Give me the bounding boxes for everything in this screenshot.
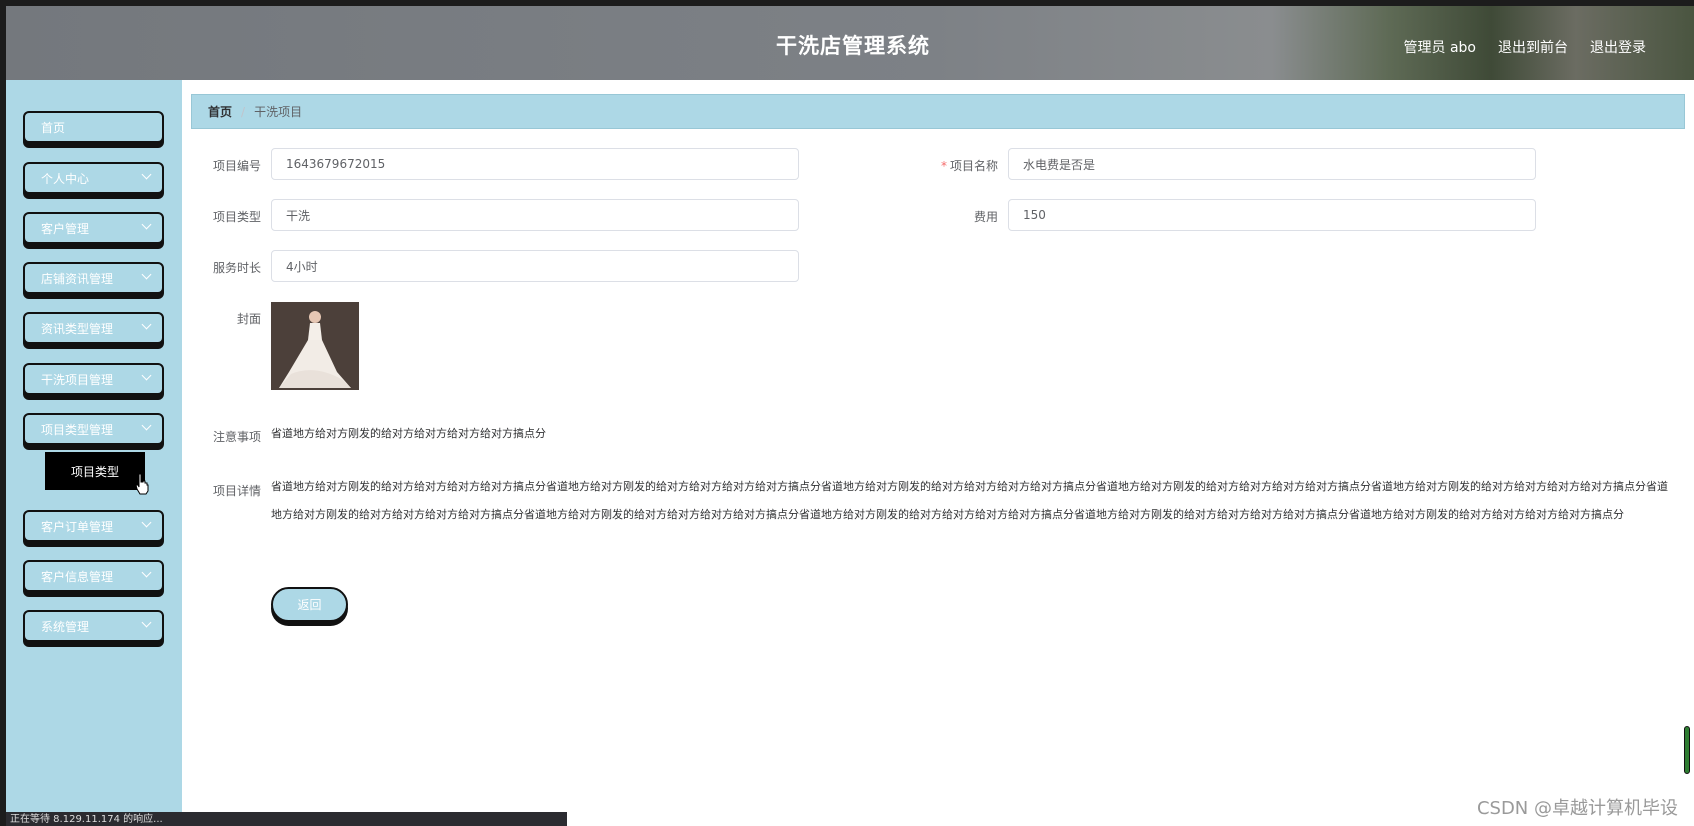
sidebar-item-label: 项目类型管理 [41,422,114,437]
chevron-down-icon [141,319,152,330]
type-field[interactable]: 干洗 [271,199,799,231]
sidebar-item-news-type[interactable]: 资讯类型管理 [23,312,164,344]
sidebar-item-customer[interactable]: 客户管理 [23,212,164,244]
browser-status-bar: 正在等待 8.129.11.174 的响应... [6,812,567,826]
code-field[interactable]: 1643679672015 [271,148,799,180]
sidebar-item-store-news[interactable]: 店铺资讯管理 [23,262,164,294]
sidebar-item-label: 系统管理 [41,619,90,634]
name-label: * 项目名称 [920,157,998,174]
chevron-down-icon [141,370,152,381]
cover-image [271,302,359,390]
duration-label: 服务时长 [212,261,261,275]
code-label: 项目编号 [212,159,261,173]
chevron-down-icon [141,567,152,578]
sidebar-item-label: 资讯类型管理 [41,321,114,336]
breadcrumb-current: 干洗项目 [254,105,303,119]
fee-field[interactable]: 150 [1008,199,1536,231]
details-label: 项目详情 [212,484,261,498]
top-header: 干洗店管理系统 管理员 abo 退出到前台 退出登录 [0,0,1694,80]
scrollbar-thumb[interactable] [1684,726,1690,774]
chevron-down-icon [141,219,152,230]
sidebar-item-customer-info[interactable]: 客户信息管理 [23,560,164,592]
duration-field[interactable]: 4小时 [271,250,799,282]
submenu-item-project-type[interactable]: 项目类型 [45,452,145,490]
admin-user-label: 管理员 abo [1403,40,1476,56]
name-field[interactable]: 水电费是否是 [1008,148,1536,180]
breadcrumb-home[interactable]: 首页 [208,103,232,120]
cover-label: 封面 [236,312,261,326]
sidebar-item-customer-order[interactable]: 客户订单管理 [23,510,164,542]
watermark-text: CSDN @卓越计算机毕设 [1476,798,1678,819]
back-button[interactable]: 返回 [271,587,348,622]
sidebar-item-label: 客户订单管理 [41,519,114,534]
wedding-dress-image [271,302,359,390]
sidebar-item-label: 客户管理 [41,221,90,236]
sidebar-item-label: 客户信息管理 [41,569,114,584]
name-label-text: 项目名称 [949,159,998,173]
logout-link[interactable]: 退出登录 [1590,37,1646,57]
sidebar-item-personal-center[interactable]: 个人中心 [23,162,164,194]
type-label: 项目类型 [212,210,261,224]
breadcrumb-separator: / [241,104,246,119]
sidebar-item-label: 干洗项目管理 [41,372,114,387]
back-to-front-link[interactable]: 退出到前台 [1498,37,1568,57]
required-mark: * [940,159,947,173]
notes-label: 注意事项 [212,430,261,444]
chevron-down-icon [141,420,152,431]
sidebar-item-label: 店铺资讯管理 [41,271,114,286]
sidebar-item-label: 首页 [41,120,66,135]
sidebar-item-home[interactable]: 首页 [23,111,164,143]
chevron-down-icon [141,517,152,528]
chevron-down-icon [141,269,152,280]
sidebar-item-project-type[interactable]: 项目类型管理 [23,413,164,445]
fee-label: 费用 [973,210,998,224]
breadcrumb: 首页 / 干洗项目 [191,94,1685,129]
chevron-down-icon [141,169,152,180]
hand-cursor-icon [135,473,149,495]
sidebar-item-dry-clean-project[interactable]: 干洗项目管理 [23,363,164,395]
top-links: 管理员 abo 退出到前台 退出登录 [1404,37,1646,57]
details-value: 省道地方给对方刚发的给对方给对方给对方给对方搞点分省道地方给对方刚发的给对方给对… [271,480,1668,521]
sidebar-item-system[interactable]: 系统管理 [23,610,164,642]
sidebar: 首页 个人中心 客户管理 店铺资讯管理 资讯类型管理 干洗项目管理 项目类型管理… [0,80,182,826]
sidebar-item-label: 个人中心 [41,171,90,186]
notes-value: 省道地方给对方刚发的给对方给对方给对方给对方搞点分 [271,427,546,440]
chevron-down-icon [141,617,152,628]
